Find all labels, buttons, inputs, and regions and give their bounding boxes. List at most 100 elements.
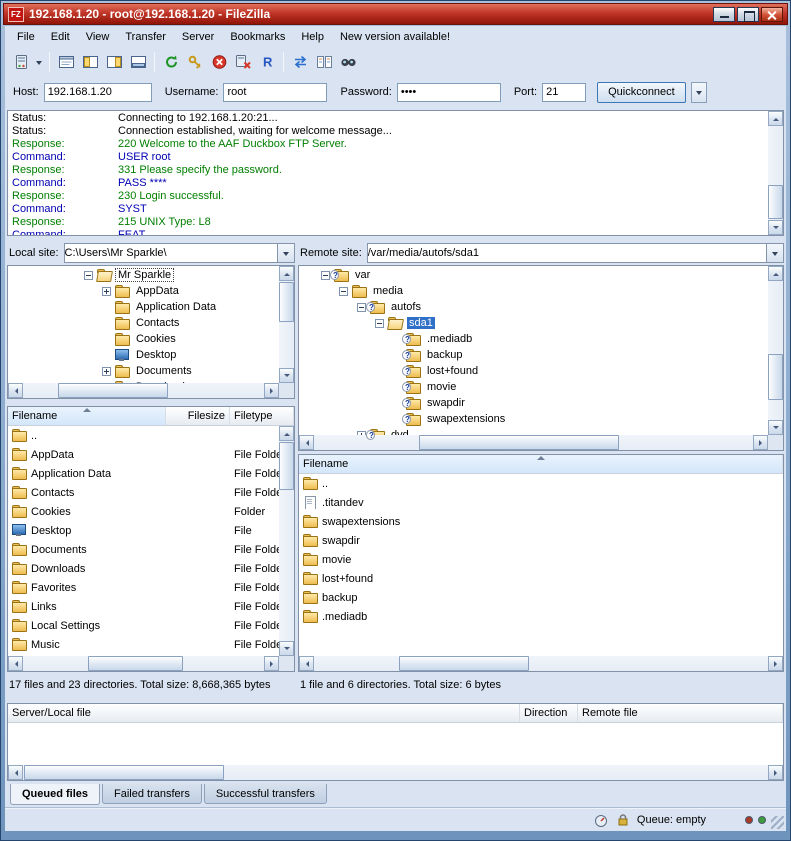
find-files-button[interactable] <box>336 50 360 74</box>
username-input[interactable] <box>223 83 327 102</box>
remote-tree-item-mediadb[interactable]: .mediadb <box>299 331 768 347</box>
local-file-row-local-settings[interactable]: Local SettingsFile Folder <box>8 616 279 635</box>
local-tree-item-mr-sparkle[interactable]: Mr Sparkle <box>8 267 279 283</box>
menu-item-help[interactable]: Help <box>293 28 332 46</box>
remote-tree-item-autofs[interactable]: autofs <box>299 299 768 315</box>
remote-tree-item-var[interactable]: var <box>299 267 768 283</box>
local-file-row-application-data[interactable]: Application DataFile Folder <box>8 464 279 483</box>
directory-comparison-button[interactable] <box>312 50 336 74</box>
remote-file-row-swapdir[interactable]: swapdir <box>299 531 783 550</box>
menu-item-server[interactable]: Server <box>174 28 222 46</box>
remote-tree-item-swapextensions[interactable]: swapextensions <box>299 411 768 427</box>
site-manager-button[interactable] <box>9 50 33 74</box>
remote-file-row-lost-found[interactable]: lost+found <box>299 569 783 588</box>
scroll-thumb[interactable] <box>419 435 619 450</box>
scroll-left-button[interactable] <box>8 383 23 398</box>
tab-successful-transfers[interactable]: Successful transfers <box>204 784 327 804</box>
tab-failed-transfers[interactable]: Failed transfers <box>102 784 202 804</box>
local-tree-hscrollbar[interactable] <box>8 383 279 398</box>
local-file-row-desktop[interactable]: DesktopFile <box>8 521 279 540</box>
disconnect-button[interactable] <box>231 50 255 74</box>
local-file-row-downloads[interactable]: DownloadsFile Folder <box>8 559 279 578</box>
local-column-header-filename[interactable]: Filename <box>8 407 166 425</box>
scroll-thumb[interactable] <box>279 442 294 490</box>
local-file-row-music[interactable]: MusicFile Folder <box>8 635 279 654</box>
local-file-row-contacts[interactable]: ContactsFile Folder <box>8 483 279 502</box>
local-column-header-filetype[interactable]: Filetype <box>230 407 294 425</box>
menu-item-file[interactable]: File <box>9 28 43 46</box>
tree-expander-minus-icon[interactable] <box>321 271 330 280</box>
tree-expander-plus-icon[interactable] <box>102 287 111 296</box>
scroll-thumb[interactable] <box>399 656 529 671</box>
remote-tree-item-lost-found[interactable]: lost+found <box>299 363 768 379</box>
remote-file-row-parent-directory[interactable]: .. <box>299 474 783 493</box>
remote-tree-item-media[interactable]: media <box>299 283 768 299</box>
local-tree-vscrollbar[interactable] <box>279 266 294 383</box>
local-list-hscrollbar[interactable] <box>8 656 279 671</box>
queue-hscrollbar[interactable] <box>8 765 783 780</box>
toggle-local-tree-button[interactable] <box>78 50 102 74</box>
password-input[interactable] <box>397 83 501 102</box>
title-bar[interactable]: 192.168.1.20 - root@192.168.1.20 - FileZ… <box>3 3 788 25</box>
scroll-right-button[interactable] <box>753 435 768 450</box>
menu-item-new-version-available[interactable]: New version available! <box>332 28 458 46</box>
local-tree-item-cookies[interactable]: Cookies <box>8 331 279 347</box>
local-file-row-documents[interactable]: DocumentsFile Folder <box>8 540 279 559</box>
scroll-up-button[interactable] <box>768 111 783 126</box>
toggle-log-button[interactable] <box>54 50 78 74</box>
remote-site-path-input[interactable] <box>367 243 767 263</box>
scroll-left-button[interactable] <box>8 765 23 780</box>
remote-file-row-titandev[interactable]: .titandev <box>299 493 783 512</box>
scroll-left-button[interactable] <box>299 435 314 450</box>
remote-tree-item-sda1[interactable]: sda1 <box>299 315 768 331</box>
scroll-thumb[interactable] <box>58 383 168 398</box>
local-tree-item-desktop[interactable]: Desktop <box>8 347 279 363</box>
tree-expander-minus-icon[interactable] <box>357 303 366 312</box>
queue-column-header-remote-file[interactable]: Remote file <box>578 704 783 722</box>
process-queue-button[interactable] <box>183 50 207 74</box>
tree-expander-minus-icon[interactable] <box>84 271 93 280</box>
menu-item-bookmarks[interactable]: Bookmarks <box>222 28 293 46</box>
local-site-combo[interactable] <box>64 243 295 263</box>
tree-expander-minus-icon[interactable] <box>375 319 384 328</box>
scroll-left-button[interactable] <box>8 656 23 671</box>
scroll-left-button[interactable] <box>299 656 314 671</box>
scroll-thumb[interactable] <box>88 656 183 671</box>
toggle-remote-tree-button[interactable] <box>102 50 126 74</box>
reconnect-button[interactable]: R <box>255 50 279 74</box>
remote-tree-item-swapdir[interactable]: swapdir <box>299 395 768 411</box>
close-button[interactable] <box>761 7 783 22</box>
remote-tree-item-movie[interactable]: movie <box>299 379 768 395</box>
scroll-down-button[interactable] <box>768 420 783 435</box>
log-scrollbar[interactable] <box>768 111 783 235</box>
scroll-right-button[interactable] <box>768 765 783 780</box>
scroll-thumb[interactable] <box>768 185 783 219</box>
local-file-row-links[interactable]: LinksFile Folder <box>8 597 279 616</box>
tab-queued-files[interactable]: Queued files <box>10 784 100 805</box>
scroll-up-button[interactable] <box>279 426 294 441</box>
scroll-thumb[interactable] <box>279 282 294 322</box>
local-tree-item-appdata[interactable]: AppData <box>8 283 279 299</box>
local-column-header-filesize[interactable]: Filesize <box>166 407 230 425</box>
local-tree-item-contacts[interactable]: Contacts <box>8 315 279 331</box>
remote-file-row-backup[interactable]: backup <box>299 588 783 607</box>
local-site-dropdown-button[interactable] <box>278 243 295 263</box>
local-file-row-parent-directory[interactable]: .. <box>8 426 279 445</box>
local-file-row-appdata[interactable]: AppDataFile Folder <box>8 445 279 464</box>
scroll-right-button[interactable] <box>264 656 279 671</box>
local-tree-item-documents[interactable]: Documents <box>8 363 279 379</box>
minimize-button[interactable] <box>713 7 735 22</box>
menu-item-edit[interactable]: Edit <box>43 28 78 46</box>
local-tree-item-application-data[interactable]: Application Data <box>8 299 279 315</box>
quickconnect-dropdown-button[interactable] <box>691 82 707 103</box>
speed-limits-icon[interactable] <box>593 813 609 827</box>
scroll-thumb[interactable] <box>24 765 224 780</box>
local-file-row-favorites[interactable]: FavoritesFile Folder <box>8 578 279 597</box>
remote-site-combo[interactable] <box>367 243 784 263</box>
remote-file-row-movie[interactable]: movie <box>299 550 783 569</box>
cancel-button[interactable] <box>207 50 231 74</box>
quickconnect-button[interactable]: Quickconnect <box>597 82 686 103</box>
remote-file-row-swapextensions[interactable]: swapextensions <box>299 512 783 531</box>
encryption-icon[interactable] <box>616 813 630 827</box>
synchronized-browsing-button[interactable] <box>288 50 312 74</box>
